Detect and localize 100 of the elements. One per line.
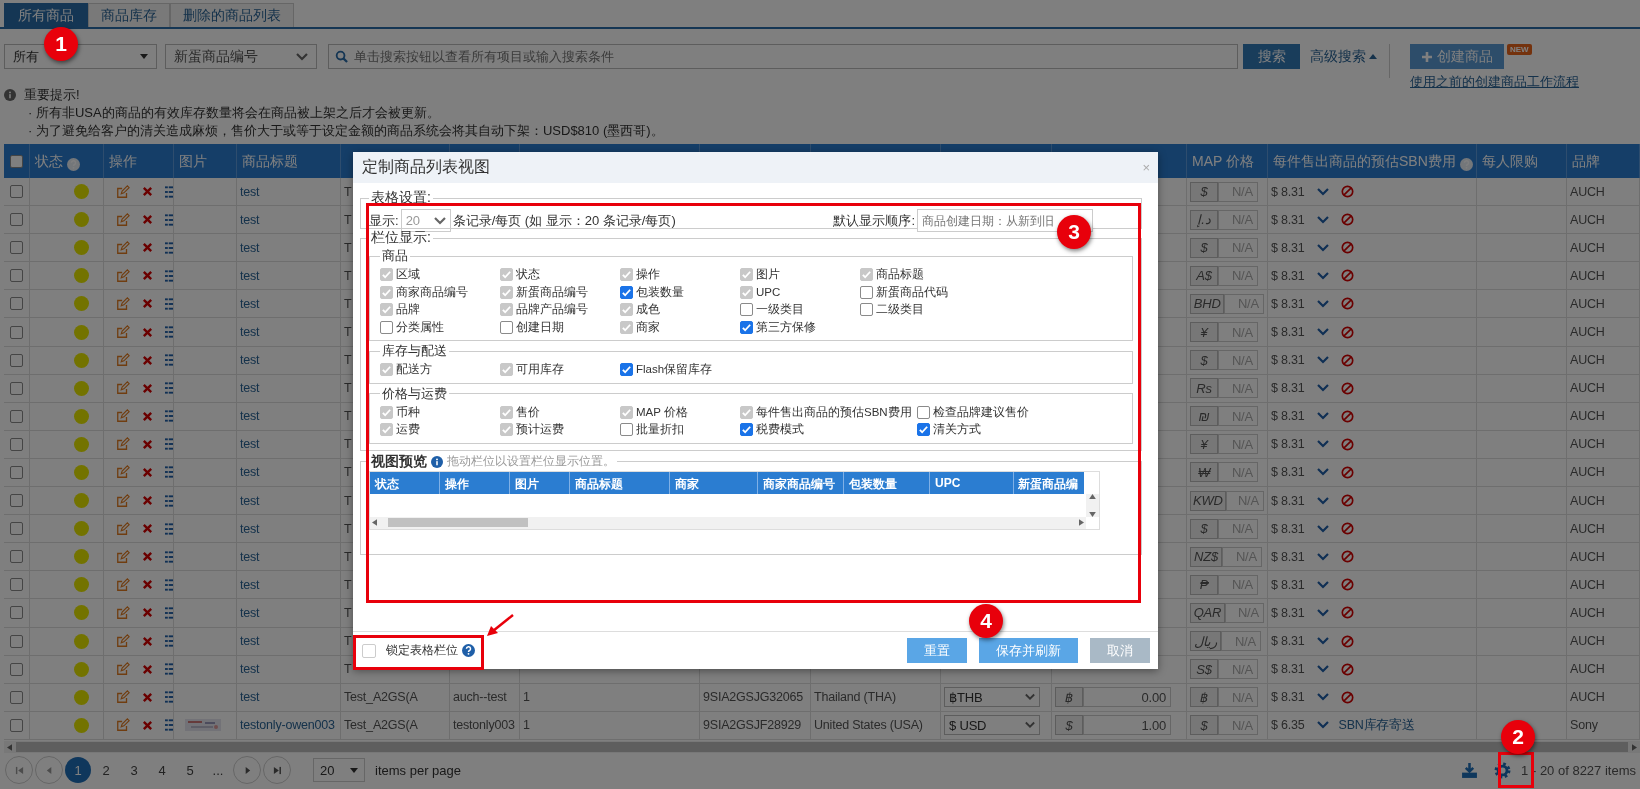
chevron-icon[interactable] bbox=[1316, 271, 1329, 280]
checkbox[interactable] bbox=[620, 423, 633, 437]
column-header[interactable]: 商品标题 bbox=[570, 471, 670, 494]
edit-icon[interactable] bbox=[116, 662, 130, 677]
dialog-button[interactable]: 保存并刷新 bbox=[979, 638, 1078, 663]
checkbox[interactable] bbox=[740, 303, 753, 317]
delete-icon[interactable] bbox=[142, 635, 153, 647]
last-page-button[interactable] bbox=[263, 756, 291, 784]
edit-icon[interactable] bbox=[116, 493, 130, 508]
page-button[interactable]: 2 bbox=[93, 757, 119, 783]
chevron-icon[interactable] bbox=[1316, 356, 1329, 365]
delete-icon[interactable] bbox=[142, 298, 153, 310]
checkbox[interactable] bbox=[620, 363, 633, 377]
price-field[interactable]: 1.00 bbox=[1083, 715, 1171, 736]
checkbox[interactable] bbox=[10, 466, 23, 479]
checkbox[interactable] bbox=[10, 522, 23, 536]
chevron-icon[interactable] bbox=[1316, 721, 1329, 730]
checkbox[interactable] bbox=[10, 409, 23, 423]
field-dropdown[interactable]: 新蛋商品编号 bbox=[165, 44, 317, 69]
checkbox[interactable] bbox=[362, 643, 376, 658]
delete-icon[interactable] bbox=[142, 270, 153, 282]
checkbox[interactable] bbox=[740, 320, 753, 334]
chevron-icon[interactable] bbox=[1316, 608, 1329, 617]
edit-icon[interactable] bbox=[116, 465, 130, 480]
currency-dropdown[interactable]: $ USD bbox=[944, 715, 1040, 736]
first-page-button[interactable] bbox=[5, 756, 33, 784]
sbn-link[interactable]: SBN库存寄送 bbox=[1338, 716, 1415, 734]
close-button[interactable]: × bbox=[1140, 160, 1152, 175]
column-header[interactable]: 状态 bbox=[370, 471, 440, 494]
checkbox[interactable] bbox=[916, 423, 930, 437]
scroll-left-icon[interactable] bbox=[372, 519, 377, 526]
settings-icon[interactable] bbox=[1494, 761, 1512, 779]
checkbox[interactable] bbox=[10, 185, 23, 199]
edit-icon[interactable] bbox=[116, 577, 130, 592]
delete-icon[interactable] bbox=[142, 326, 153, 338]
tab[interactable]: 所有商品 bbox=[4, 3, 88, 27]
edit-icon[interactable] bbox=[116, 353, 130, 368]
download-icon[interactable] bbox=[1461, 761, 1479, 779]
price-field[interactable]: 0.00 bbox=[1083, 687, 1171, 708]
scroll-right-icon[interactable] bbox=[1632, 743, 1637, 751]
delete-icon[interactable] bbox=[142, 214, 153, 226]
chevron-icon[interactable] bbox=[1316, 637, 1329, 646]
checkbox[interactable] bbox=[380, 320, 393, 334]
chevron-icon[interactable] bbox=[1316, 693, 1329, 702]
column-header[interactable]: 包装数量 bbox=[844, 471, 930, 494]
delete-icon[interactable] bbox=[142, 467, 153, 478]
scroll-left-icon[interactable] bbox=[7, 743, 12, 751]
delete-icon[interactable] bbox=[142, 382, 153, 394]
page-button[interactable]: 1 bbox=[65, 757, 91, 783]
checkbox[interactable] bbox=[10, 381, 23, 395]
checkbox[interactable] bbox=[10, 437, 23, 451]
checkbox[interactable] bbox=[620, 285, 633, 299]
edit-icon[interactable] bbox=[116, 409, 130, 424]
checkbox[interactable] bbox=[10, 606, 23, 620]
delete-icon[interactable] bbox=[142, 719, 153, 731]
edit-icon[interactable] bbox=[116, 296, 130, 311]
horizontal-scrollbar[interactable] bbox=[370, 516, 1086, 529]
column-header[interactable]: 图片 bbox=[510, 471, 570, 494]
page-button[interactable]: 4 bbox=[149, 757, 175, 783]
checkbox[interactable] bbox=[10, 578, 23, 592]
checkbox[interactable] bbox=[916, 405, 930, 419]
delete-icon[interactable] bbox=[142, 354, 153, 366]
chevron-icon[interactable] bbox=[1316, 665, 1329, 674]
chevron-icon[interactable] bbox=[1316, 384, 1329, 393]
chevron-icon[interactable] bbox=[1316, 580, 1329, 589]
dialog-button[interactable]: 重置 bbox=[907, 638, 967, 663]
search-button[interactable]: 搜索 bbox=[1243, 44, 1300, 69]
column-header[interactable]: 操作 bbox=[440, 471, 510, 494]
delete-icon[interactable] bbox=[142, 607, 153, 619]
create-product-button[interactable]: 创建商品 bbox=[1410, 44, 1504, 69]
delete-icon[interactable] bbox=[142, 523, 153, 535]
edit-icon[interactable] bbox=[116, 212, 130, 227]
chevron-icon[interactable] bbox=[1316, 215, 1329, 224]
vertical-scrollbar[interactable] bbox=[1086, 493, 1099, 517]
page-button[interactable]: 3 bbox=[121, 757, 147, 783]
checkbox[interactable] bbox=[10, 154, 23, 168]
edit-icon[interactable] bbox=[116, 437, 130, 452]
delete-icon[interactable] bbox=[142, 579, 153, 591]
tab[interactable]: 删除的商品列表 bbox=[170, 3, 294, 27]
page-size-dropdown[interactable]: 20 bbox=[400, 209, 451, 232]
advanced-search-link[interactable]: 高级搜索 bbox=[1310, 44, 1377, 69]
edit-icon[interactable] bbox=[116, 381, 130, 396]
tab[interactable]: 商品库存 bbox=[88, 3, 170, 27]
page-size-dropdown[interactable]: 20 bbox=[313, 758, 365, 782]
chevron-icon[interactable] bbox=[1316, 524, 1329, 533]
delete-icon[interactable] bbox=[142, 691, 153, 703]
checkbox[interactable] bbox=[860, 303, 873, 317]
checkbox[interactable] bbox=[10, 297, 23, 311]
chevron-icon[interactable] bbox=[1316, 412, 1329, 421]
checkbox[interactable] bbox=[10, 325, 23, 339]
checkbox[interactable] bbox=[10, 353, 23, 367]
column-header[interactable]: 新蛋商品编 bbox=[1014, 471, 1084, 494]
chevron-icon[interactable] bbox=[1316, 328, 1329, 336]
chevron-icon[interactable] bbox=[1316, 468, 1329, 477]
checkbox[interactable] bbox=[860, 285, 873, 299]
chevron-icon[interactable] bbox=[1316, 552, 1329, 561]
checkbox[interactable] bbox=[740, 423, 753, 437]
scroll-right-icon[interactable] bbox=[1079, 519, 1084, 526]
currency-dropdown[interactable]: ฿THB bbox=[944, 687, 1040, 708]
delete-icon[interactable] bbox=[142, 495, 153, 507]
